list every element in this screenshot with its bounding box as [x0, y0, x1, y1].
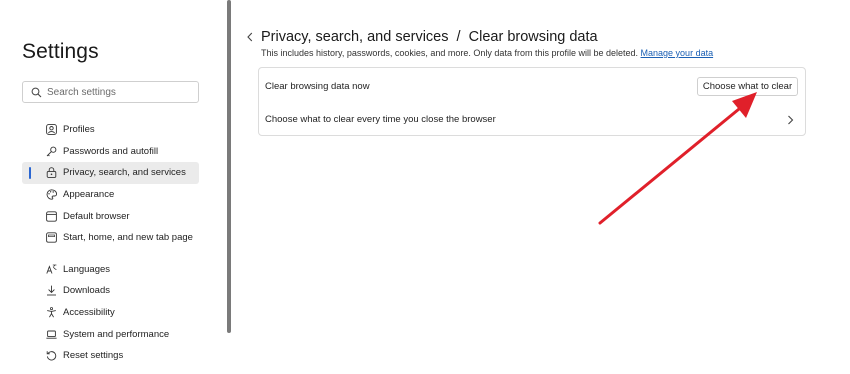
page-title: Privacy, search, and services / Clear br… — [261, 29, 598, 45]
sidebar-item-label: Passwords and autofill — [63, 145, 159, 157]
sidebar-item-label: Privacy, search, and services — [63, 167, 186, 179]
languages-icon — [46, 264, 57, 275]
browser-icon — [46, 211, 57, 222]
clear-now-label: Clear browsing data now — [265, 81, 370, 92]
back-button[interactable] — [244, 31, 256, 45]
sidebar-item-profiles[interactable]: Profiles — [22, 119, 199, 141]
clear-now-row: Clear browsing data now Choose what to c… — [259, 70, 805, 103]
profile-icon — [46, 124, 57, 136]
chevron-right-icon — [785, 114, 795, 126]
sidebar-item-label: Reset settings — [63, 350, 124, 362]
clear-on-close-row[interactable]: Choose what to clear every time you clos… — [259, 103, 805, 136]
lock-icon — [46, 167, 57, 179]
main-content: Privacy, search, and services / Clear br… — [240, 0, 850, 374]
download-icon — [46, 285, 57, 296]
sidebar-scrollbar[interactable] — [227, 0, 231, 333]
sidebar-item-system[interactable]: System and performance — [22, 323, 199, 345]
reset-icon — [46, 350, 57, 361]
sidebar-item-label: Default browser — [63, 210, 130, 222]
sidebar-item-label: Appearance — [63, 189, 115, 201]
clear-data-card: Clear browsing data now Choose what to c… — [258, 67, 806, 136]
sidebar-item-appearance[interactable]: Appearance — [22, 184, 199, 206]
sidebar-item-label: Languages — [63, 263, 111, 275]
sidebar-item-privacy[interactable]: Privacy, search, and services — [22, 162, 199, 184]
sidebar-item-label: System and performance — [63, 328, 170, 340]
search-icon — [30, 86, 42, 98]
manage-your-data-link[interactable]: Manage your data — [641, 48, 714, 58]
sidebar-item-start-home[interactable]: Start, home, and new tab page — [22, 227, 199, 249]
settings-app: Settings Profiles Passwords and autofill — [0, 0, 850, 374]
search-box[interactable] — [22, 81, 199, 103]
palette-icon — [46, 189, 57, 200]
accessibility-icon — [46, 307, 57, 318]
choose-what-to-clear-button[interactable]: Choose what to clear — [697, 77, 798, 96]
sidebar-item-languages[interactable]: Languages — [22, 259, 199, 281]
key-icon — [46, 146, 57, 157]
search-input[interactable] — [47, 86, 192, 98]
home-page-icon — [46, 232, 57, 243]
description-text: This includes history, passwords, cookie… — [261, 48, 639, 58]
page-description: This includes history, passwords, cookie… — [261, 48, 713, 58]
sidebar-item-label: Profiles — [63, 124, 95, 136]
sidebar-item-label: Accessibility — [63, 307, 115, 319]
sidebar-item-label: Start, home, and new tab page — [63, 232, 193, 244]
sidebar-item-accessibility[interactable]: Accessibility — [22, 302, 199, 324]
sidebar-item-reset[interactable]: Reset settings — [22, 345, 199, 367]
sidebar-item-downloads[interactable]: Downloads — [22, 280, 199, 302]
laptop-icon — [46, 329, 57, 340]
sidebar: Settings Profiles Passwords and autofill — [0, 0, 226, 374]
sidebar-divider-space — [22, 249, 199, 259]
chevron-left-icon — [246, 29, 254, 47]
sidebar-item-passwords[interactable]: Passwords and autofill — [22, 141, 199, 163]
sidebar-nav: Profiles Passwords and autofill Privacy,… — [22, 119, 199, 367]
clear-on-close-label: Choose what to clear every time you clos… — [265, 114, 496, 125]
sidebar-title: Settings — [22, 40, 99, 63]
sidebar-item-default-browser[interactable]: Default browser — [22, 205, 199, 227]
sidebar-item-label: Downloads — [63, 285, 110, 297]
